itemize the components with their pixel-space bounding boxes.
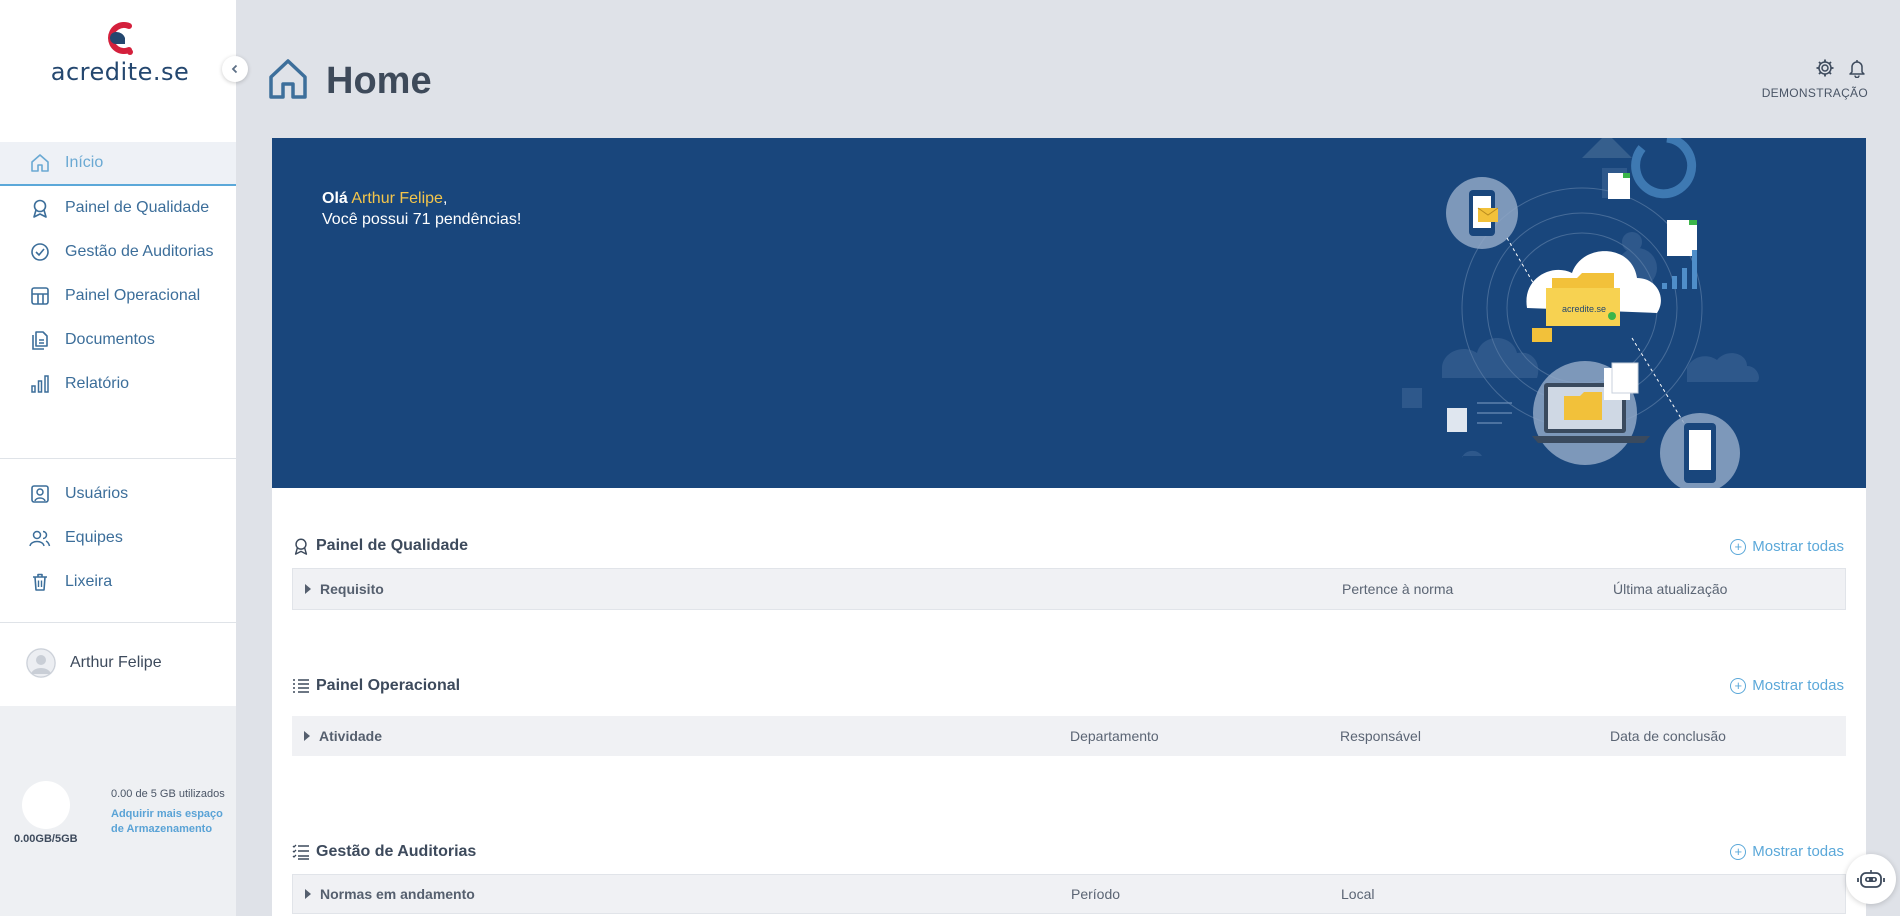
show-all-label: Mostrar todas xyxy=(1752,843,1844,860)
sidebar-item-label: Painel Operacional xyxy=(65,287,201,304)
admin-nav: Usuários Equipes Lixeira xyxy=(0,472,236,604)
expand-triangle-icon xyxy=(305,584,311,594)
column-label: Atividade xyxy=(319,728,383,744)
welcome-banner: Olá Arthur Felipe, Você possui 71 pendên… xyxy=(272,138,1866,488)
column-departamento: Departamento xyxy=(1070,728,1159,744)
award-icon xyxy=(29,197,51,219)
column-pertence-norma: Pertence à norma xyxy=(1342,581,1454,597)
sidebar-divider xyxy=(0,622,236,623)
sidebar-item-label: Painel de Qualidade xyxy=(65,199,210,216)
sidebar-item-usuarios[interactable]: Usuários xyxy=(0,472,236,516)
trash-icon xyxy=(29,571,51,593)
sidebar-item-label: Usuários xyxy=(65,485,129,502)
robot-icon xyxy=(1857,870,1885,888)
main-nav: Início Painel de Qualidade Gestão de Aud… xyxy=(0,142,236,406)
list-icon xyxy=(292,677,310,695)
plus-circle-icon: + xyxy=(1730,538,1747,555)
column-requisito[interactable]: Requisito xyxy=(305,569,384,609)
award-icon xyxy=(292,537,310,555)
sidebar-item-label: Lixeira xyxy=(65,573,113,590)
bar-chart-icon xyxy=(29,373,51,395)
logo[interactable]: acredite.se xyxy=(50,20,190,90)
main-content: Olá Arthur Felipe, Você possui 71 pendên… xyxy=(272,138,1866,916)
sidebar: acredite.se Início Painel de Qualidade G… xyxy=(0,0,248,916)
section-title-text: Painel Operacional xyxy=(316,677,461,694)
cloud-documents-illustration: acredite.se xyxy=(1402,138,1759,488)
buy-storage-link[interactable]: Adquirir mais espaço de Armazenamento xyxy=(111,807,231,837)
sidebar-item-label: Documentos xyxy=(65,331,155,348)
checklist-icon xyxy=(292,843,310,861)
user-profile[interactable]: Arthur Felipe xyxy=(26,648,162,678)
user-icon xyxy=(29,483,51,505)
sidebar-item-lixeira[interactable]: Lixeira xyxy=(0,560,236,604)
home-icon xyxy=(268,58,308,105)
sidebar-item-gestao-auditorias[interactable]: Gestão de Auditorias xyxy=(0,230,236,274)
quality-panel-title: Painel de Qualidade xyxy=(292,537,468,555)
illustration-brand-text: acredite.se xyxy=(1562,304,1606,314)
greeting-prefix: Olá xyxy=(322,190,348,207)
column-periodo: Período xyxy=(1071,886,1121,902)
greeting: Olá Arthur Felipe, Você possui 71 pendên… xyxy=(322,188,521,230)
greeting-suffix: , xyxy=(442,190,448,207)
sidebar-item-label: Início xyxy=(65,154,104,171)
audits-panel-title: Gestão de Auditorias xyxy=(292,843,476,861)
home-icon xyxy=(29,152,51,174)
header-actions xyxy=(1815,58,1867,83)
sidebar-item-documentos[interactable]: Documentos xyxy=(0,318,236,362)
column-label: Requisito xyxy=(320,581,384,597)
plus-circle-icon: + xyxy=(1730,677,1747,694)
pending-count: Você possui 71 pendências! xyxy=(322,211,522,228)
expand-triangle-icon xyxy=(304,731,310,741)
user-name: Arthur Felipe xyxy=(70,654,162,671)
section-title-text: Gestão de Auditorias xyxy=(316,843,477,860)
team-icon xyxy=(29,527,51,549)
documents-icon xyxy=(29,329,51,351)
operational-table-header: Atividade Departamento Responsável Data … xyxy=(292,716,1846,756)
audits-show-all-link[interactable]: + Mostrar todas xyxy=(1730,843,1844,860)
column-data-conclusao: Data de conclusão xyxy=(1610,728,1726,744)
column-label: Normas em andamento xyxy=(320,886,475,902)
logo-text: acredite.se xyxy=(50,58,190,86)
organization-name[interactable]: DEMONSTRAÇÃO xyxy=(1762,86,1868,100)
storage-used: 0.00 de 5 GB utilizados xyxy=(111,788,225,800)
operational-show-all-link[interactable]: + Mostrar todas xyxy=(1730,677,1844,694)
show-all-label: Mostrar todas xyxy=(1752,538,1844,555)
avatar xyxy=(26,648,56,678)
storage-usage-ring xyxy=(22,781,70,829)
sidebar-item-label: Equipes xyxy=(65,529,123,546)
sidebar-item-inicio[interactable]: Início xyxy=(0,142,236,186)
gear-icon[interactable] xyxy=(1815,58,1835,83)
sidebar-item-painel-operacional[interactable]: Painel Operacional xyxy=(0,274,236,318)
column-local: Local xyxy=(1341,886,1375,902)
show-all-label: Mostrar todas xyxy=(1752,677,1844,694)
storage-total: 0.00GB/5GB xyxy=(14,833,78,845)
chevron-left-icon xyxy=(231,64,238,74)
column-atividade[interactable]: Atividade xyxy=(304,716,382,756)
column-responsavel: Responsável xyxy=(1340,728,1421,744)
assistant-bot-button[interactable] xyxy=(1846,854,1896,904)
sidebar-item-label: Relatório xyxy=(65,375,130,392)
greeting-user-name: Arthur Felipe xyxy=(351,190,443,207)
sidebar-collapse-button[interactable] xyxy=(222,56,248,82)
sidebar-divider xyxy=(0,458,236,459)
audits-table-header: Normas em andamento Período Local xyxy=(292,874,1846,914)
plus-circle-icon: + xyxy=(1730,843,1747,860)
operational-panel-title: Painel Operacional xyxy=(292,677,460,695)
sidebar-item-equipes[interactable]: Equipes xyxy=(0,516,236,560)
column-ultima-atualizacao: Última atualização xyxy=(1613,581,1728,597)
column-normas-andamento[interactable]: Normas em andamento xyxy=(305,875,475,913)
sidebar-item-relatorio[interactable]: Relatório xyxy=(0,362,236,406)
page-title: Home xyxy=(326,60,432,102)
bell-icon[interactable] xyxy=(1847,58,1867,83)
quality-table-header: Requisito Pertence à norma Última atuali… xyxy=(292,568,1846,610)
page-header: Home xyxy=(268,58,432,105)
check-circle-icon xyxy=(29,241,51,263)
sidebar-item-painel-qualidade[interactable]: Painel de Qualidade xyxy=(0,186,236,230)
panel-icon xyxy=(29,285,51,307)
logo-mark-icon xyxy=(108,22,133,55)
expand-triangle-icon xyxy=(305,889,311,899)
section-title-text: Painel de Qualidade xyxy=(316,537,469,554)
quality-show-all-link[interactable]: + Mostrar todas xyxy=(1730,538,1844,555)
sidebar-item-label: Gestão de Auditorias xyxy=(65,243,214,260)
